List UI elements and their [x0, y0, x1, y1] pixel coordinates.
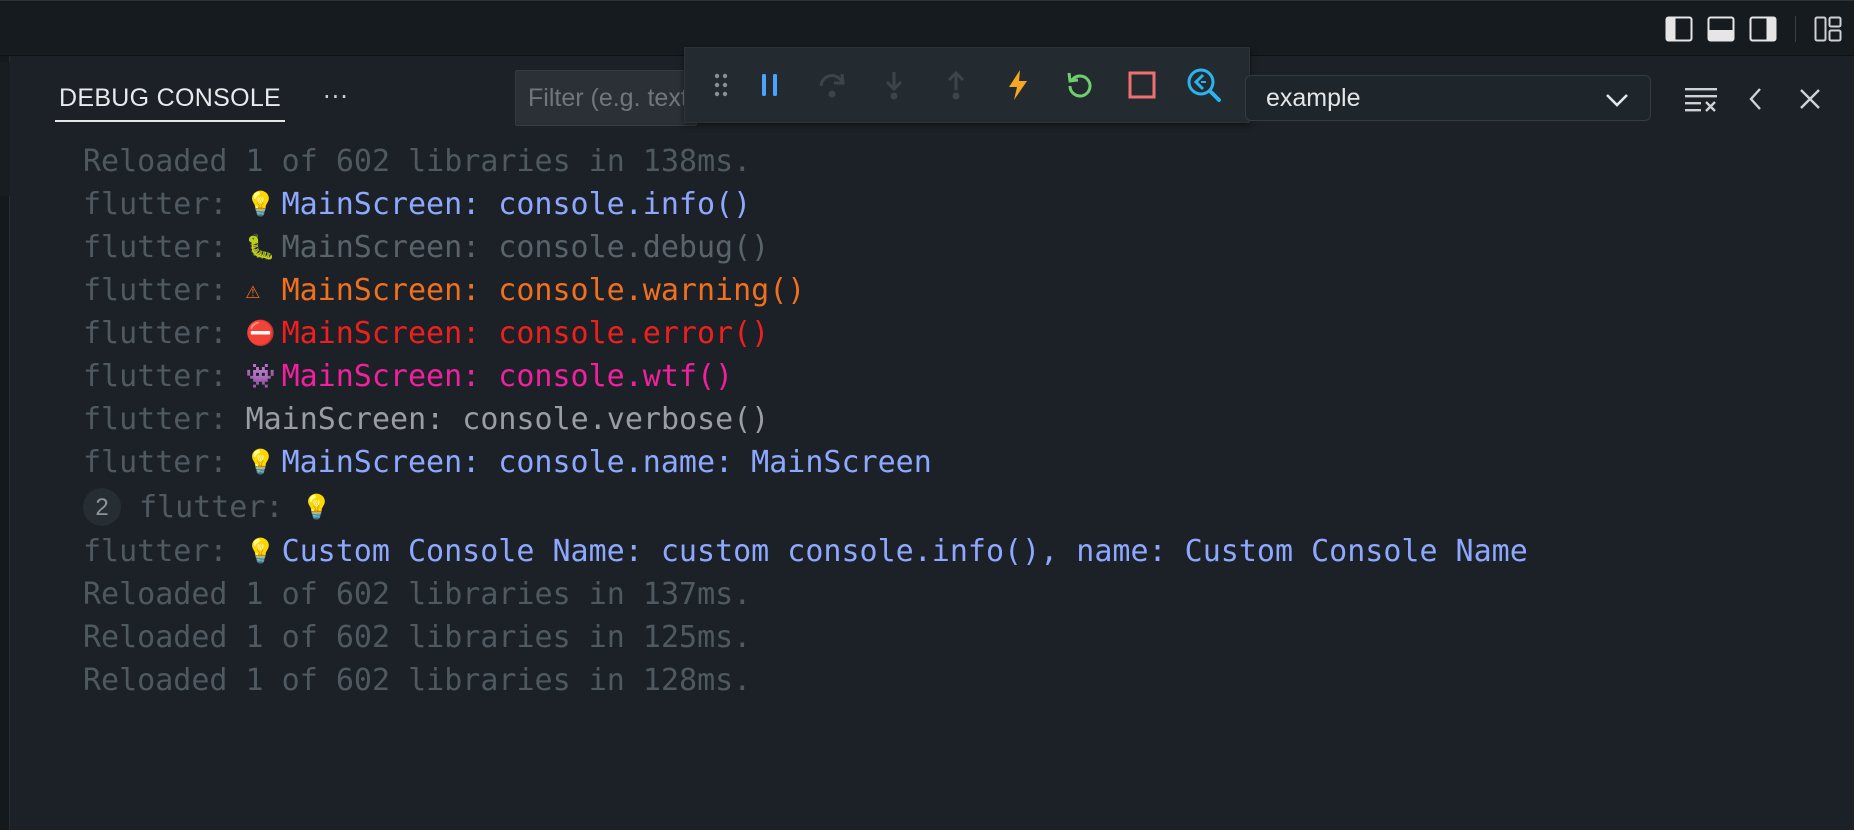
line-prefix: flutter:	[83, 187, 246, 222]
line-prefix: flutter:	[83, 445, 246, 480]
debug-session-select[interactable]: example	[1245, 75, 1651, 121]
console-line: 2 flutter: 💡	[83, 484, 1843, 530]
restart-button[interactable]	[1049, 57, 1111, 113]
customize-layout-icon[interactable]	[1814, 16, 1842, 42]
clear-all-icon	[1685, 88, 1717, 112]
step-over-icon	[819, 73, 845, 98]
line-prefix: flutter:	[83, 230, 246, 265]
console-line: flutter: ⛔ MainScreen: console.error()	[83, 312, 1843, 355]
pause-icon	[762, 74, 777, 96]
line-prefix: flutter:	[83, 359, 246, 394]
log-level-icon: 💡	[245, 537, 276, 565]
gutter-marker	[0, 62, 10, 196]
line-text: MainScreen: console.wtf()	[281, 359, 734, 394]
console-output: Reloaded 1 of 602 libraries in 138ms. flu…	[83, 140, 1843, 702]
close-panel-button[interactable]	[1783, 76, 1837, 122]
line-text: MainScreen: console.verbose()	[245, 402, 770, 437]
line-text: Reloaded 1 of 602 libraries in 128ms.	[83, 663, 752, 698]
log-level-icon: 💡	[245, 448, 276, 476]
line-prefix: flutter:	[139, 489, 302, 525]
console-line: Reloaded 1 of 602 libraries in 138ms.	[83, 140, 1843, 183]
activity-gutter	[0, 56, 10, 830]
window: DEBUG CONSOLE ··· Filter (e.g. text, !ex…	[0, 0, 1854, 830]
restart-icon	[1067, 72, 1092, 98]
close-icon	[1800, 89, 1820, 109]
step-into-button[interactable]	[863, 57, 925, 113]
line-text: Reloaded 1 of 602 libraries in 138ms.	[83, 144, 752, 179]
panel-header: DEBUG CONSOLE ··· Filter (e.g. text, !ex…	[11, 47, 1854, 132]
stop-button[interactable]	[1111, 57, 1173, 113]
console-line: flutter: 💡 Custom Console Name: custom co…	[83, 530, 1843, 573]
layout-controls	[1665, 9, 1842, 49]
line-text: MainScreen: console.info()	[281, 187, 752, 222]
console-line: flutter: 💡 MainScreen: console.name: Main…	[83, 441, 1843, 484]
tab-debug-console[interactable]: DEBUG CONSOLE	[55, 82, 286, 122]
session-select-value: example	[1266, 83, 1361, 112]
stop-icon	[1128, 71, 1156, 99]
repeat-count-badge: 2	[83, 488, 121, 526]
clear-console-button[interactable]	[1675, 76, 1729, 122]
log-level-icon: 👾	[245, 362, 276, 390]
divider	[1795, 16, 1796, 42]
log-level-icon: ⚠	[245, 276, 261, 304]
flutter-inspector-button[interactable]	[1173, 57, 1235, 113]
line-prefix: flutter:	[83, 534, 246, 569]
panel-actions	[1675, 76, 1837, 122]
line-prefix: flutter:	[83, 316, 246, 351]
chevron-down-icon	[1604, 88, 1630, 117]
line-text: Reloaded 1 of 602 libraries in 125ms.	[83, 620, 752, 655]
console-line: flutter: 💡 MainScreen: console.info()	[83, 183, 1843, 226]
line-text: MainScreen: console.error()	[281, 316, 770, 351]
line-text: Custom Console Name: custom console.info…	[281, 534, 1528, 569]
pause-button[interactable]	[739, 57, 801, 113]
log-level-icon: 💡	[301, 492, 332, 521]
line-text: MainScreen: console.warning()	[281, 273, 806, 308]
more-actions-button[interactable]: ···	[323, 82, 349, 112]
toggle-panel-icon[interactable]	[1707, 16, 1735, 42]
line-text: Reloaded 1 of 602 libraries in 137ms.	[83, 577, 752, 612]
line-prefix: flutter:	[83, 273, 246, 308]
step-into-icon	[885, 72, 903, 100]
flutter-inspector-icon	[1187, 68, 1221, 102]
filter-field[interactable]	[515, 70, 697, 126]
line-prefix: flutter:	[83, 402, 246, 437]
log-level-icon: ⛔	[245, 319, 276, 347]
step-out-icon	[947, 70, 965, 100]
line-text: MainScreen: console.name: MainScreen	[281, 445, 932, 480]
console-line: flutter: MainScreen: console.verbose()	[83, 398, 1843, 441]
console-line: Reloaded 1 of 602 libraries in 137ms.	[83, 573, 1843, 616]
step-over-button[interactable]	[801, 57, 863, 113]
lightning-icon	[1009, 70, 1027, 100]
console-line: flutter: 🐛 MainScreen: console.debug()	[83, 226, 1843, 269]
console-line: Reloaded 1 of 602 libraries in 128ms.	[83, 659, 1843, 702]
log-level-icon: 💡	[245, 190, 276, 218]
console-line: flutter: ⚠ MainScreen: console.warning()	[83, 269, 1843, 312]
grip-icon[interactable]	[703, 57, 739, 113]
console-line: flutter: 👾 MainScreen: console.wtf()	[83, 355, 1843, 398]
log-level-icon: 🐛	[245, 233, 276, 261]
line-text: MainScreen: console.debug()	[281, 230, 770, 265]
debug-toolbar	[684, 47, 1250, 123]
hot-reload-button[interactable]	[987, 57, 1049, 113]
toggle-secondary-sidebar-icon[interactable]	[1749, 16, 1777, 42]
step-out-button[interactable]	[925, 57, 987, 113]
collapse-panel-button[interactable]	[1729, 76, 1783, 122]
toggle-primary-sidebar-icon[interactable]	[1665, 16, 1693, 42]
chevron-left-icon	[1749, 88, 1761, 110]
console-line: Reloaded 1 of 602 libraries in 125ms.	[83, 616, 1843, 659]
filter-input[interactable]	[516, 71, 696, 125]
